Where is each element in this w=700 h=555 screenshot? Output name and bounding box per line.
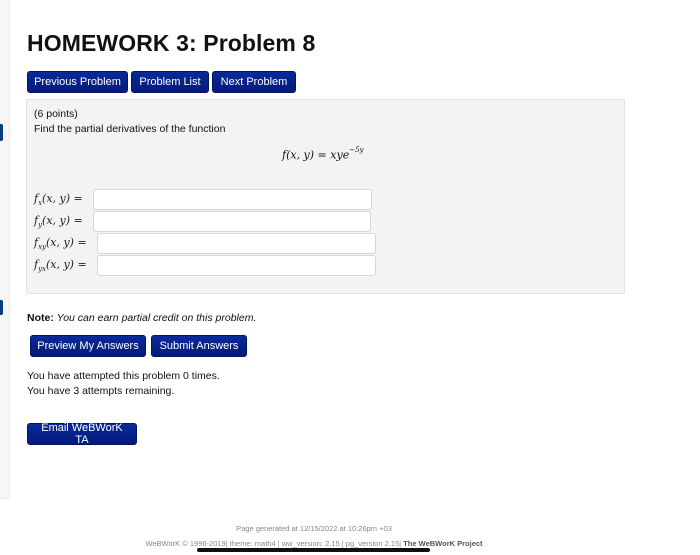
sidebar-marker bbox=[0, 300, 3, 315]
answer-input-fyx[interactable] bbox=[97, 255, 376, 276]
problem-list-button[interactable]: Problem List bbox=[131, 71, 209, 93]
home-indicator[interactable] bbox=[197, 548, 430, 552]
answer-input-fxy[interactable] bbox=[97, 233, 376, 254]
answer-label-fx: fx(x, y) = bbox=[34, 192, 83, 208]
previous-problem-button[interactable]: Previous Problem bbox=[27, 71, 128, 93]
page-generated-text: Page generated at 12/15/2022 at 10:26pm … bbox=[236, 524, 392, 533]
function-lhs: f(x, y) = xye bbox=[282, 148, 350, 162]
webwork-project-link[interactable]: The WeBWorK Project bbox=[403, 539, 482, 548]
problem-instruction: Find the partial derivatives of the func… bbox=[34, 123, 226, 135]
sidebar-panel bbox=[0, 0, 10, 499]
answer-input-fx[interactable] bbox=[93, 189, 372, 210]
sidebar-marker bbox=[0, 124, 3, 141]
email-ta-button[interactable]: Email WeBWorK TA bbox=[27, 422, 137, 446]
version-footer: WeBWorK © 1996-2019| theme: math4 | ww_v… bbox=[145, 539, 483, 548]
page-title: HOMEWORK 3: Problem 8 bbox=[27, 30, 316, 56]
attempts-count: You have attempted this problem 0 times. bbox=[27, 370, 220, 382]
function-exponent: −5y bbox=[349, 146, 364, 154]
preview-answers-button[interactable]: Preview My Answers bbox=[30, 335, 146, 357]
answer-label-fyx: fyx(x, y) = bbox=[34, 258, 87, 274]
attempts-remaining: You have 3 attempts remaining. bbox=[27, 385, 175, 397]
problem-points: (6 points) bbox=[34, 108, 78, 120]
submit-answers-button[interactable]: Submit Answers bbox=[151, 335, 247, 357]
answer-label-fy: fy(x, y) = bbox=[34, 214, 83, 230]
answer-label-fxy: fxy(x, y) = bbox=[34, 236, 87, 252]
partial-credit-note: Note: You can earn partial credit on thi… bbox=[27, 312, 257, 324]
function-formula: f(x, y) = xye−5y bbox=[282, 146, 364, 162]
answer-input-fy[interactable] bbox=[93, 211, 371, 232]
next-problem-button[interactable]: Next Problem bbox=[212, 71, 296, 93]
